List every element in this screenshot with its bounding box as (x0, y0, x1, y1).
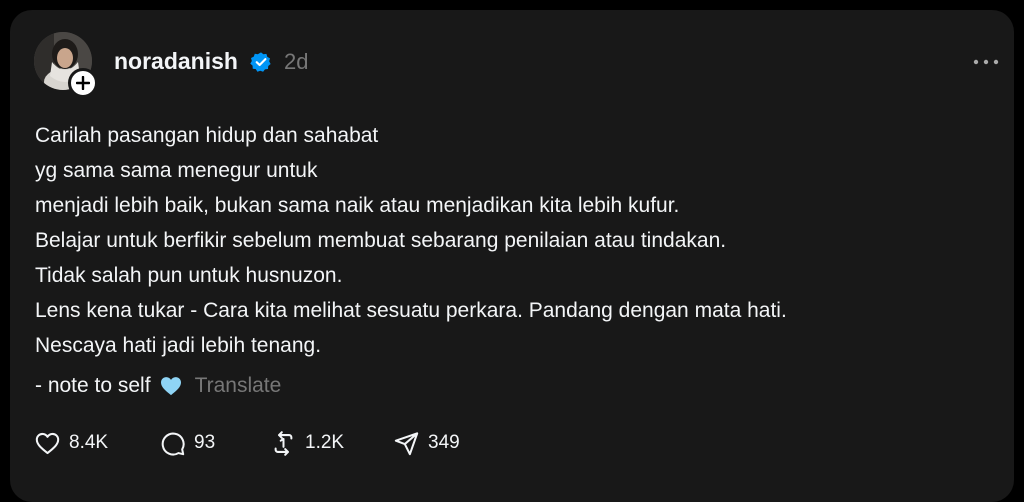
post-card: noradanish 2d Carilah pasangan hidup dan… (10, 10, 1014, 502)
more-options-icon[interactable] (972, 58, 1000, 66)
like-button[interactable]: 8.4K (34, 428, 108, 458)
like-count: 8.4K (69, 432, 109, 453)
reply-count: 93 (194, 432, 216, 453)
post-line: Carilah pasangan hidup dan sahabat (35, 124, 379, 147)
repost-button[interactable]: 1.2K (270, 428, 344, 458)
post-line: yg sama sama menegur untuk (35, 159, 318, 182)
post-line: menjadi lebih baik, bukan sama naik atau… (35, 194, 680, 217)
post-body: Carilah pasangan hidup dan sahabat yg sa… (35, 118, 995, 363)
avatar-container[interactable] (34, 32, 98, 98)
send-icon (394, 431, 419, 455)
light-blue-heart-icon (160, 377, 181, 396)
post-line: Belajar untuk berfikir sebelum membuat s… (35, 229, 727, 252)
reply-button[interactable]: 93 (159, 428, 215, 458)
share-button[interactable]: 349 (393, 428, 460, 458)
post-line: Nescaya hati jadi lebih tenang. (35, 334, 322, 357)
comment-icon (161, 432, 185, 456)
post-line: Tidak salah pun untuk husnuzon. (35, 264, 343, 287)
verified-badge-icon (250, 52, 271, 72)
share-count: 349 (428, 432, 460, 453)
post-line: Lens kena tukar - Cara kita melihat sesu… (35, 299, 787, 322)
note-row: - note to self Translate (35, 371, 281, 401)
post-time[interactable]: 2d (284, 49, 308, 75)
repost-count: 1.2K (305, 432, 345, 453)
post-note: - note to self (35, 374, 151, 397)
follow-button[interactable] (68, 68, 98, 98)
repost-icon (274, 430, 293, 456)
heart-icon (35, 432, 60, 454)
translate-link[interactable]: Translate (195, 374, 282, 398)
plus-icon (76, 76, 90, 90)
username[interactable]: noradanish (114, 48, 238, 75)
